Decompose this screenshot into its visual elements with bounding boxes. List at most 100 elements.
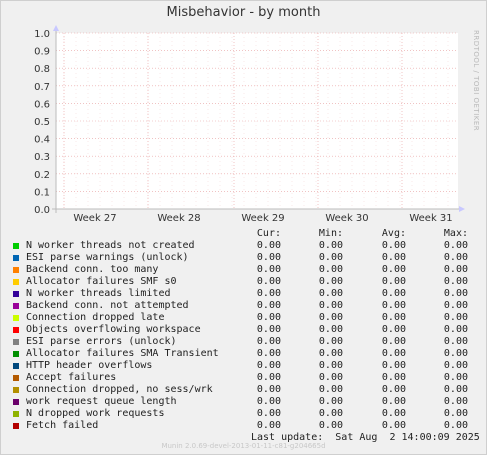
legend-value: 0.00 (318, 372, 343, 383)
legend-value: 0.00 (381, 252, 406, 263)
legend-label: Connection dropped, no sess/wrk (26, 384, 213, 395)
legend-value: 0.00 (318, 384, 343, 395)
legend-label: Allocator failures SMF s0 (26, 276, 177, 287)
legend-value: 0.00 (443, 384, 468, 395)
legend-value: 0.00 (381, 372, 406, 383)
legend-value: 0.00 (256, 300, 281, 311)
legend-swatch (13, 339, 19, 345)
legend-value: 0.00 (443, 408, 468, 419)
legend-value: 0.00 (443, 420, 468, 431)
legend-header-max: Max: (443, 228, 468, 239)
legend-swatch (13, 399, 19, 405)
legend-value: 0.00 (381, 336, 406, 347)
legend-value: 0.00 (318, 408, 343, 419)
legend-value: 0.00 (381, 360, 406, 371)
legend-label: Backend conn. not attempted (26, 300, 189, 311)
legend-swatch (13, 255, 19, 261)
legend-label: Backend conn. too many (26, 264, 159, 275)
legend-value: 0.00 (318, 276, 343, 287)
munin-version: Munin 2.0.69-devel-2013-01-11-c81-g20466… (161, 442, 326, 450)
legend-value: 0.00 (443, 312, 468, 323)
legend-value: 0.00 (443, 360, 468, 371)
legend-swatch (13, 315, 19, 321)
legend-swatch (13, 303, 19, 309)
legend-value: 0.00 (256, 420, 281, 431)
legend-label: N worker threads limited (26, 288, 171, 299)
legend-swatch (13, 351, 19, 357)
legend-value: 0.00 (381, 396, 406, 407)
legend-label: work request queue length (26, 396, 177, 407)
legend-value: 0.00 (318, 240, 343, 251)
legend-value: 0.00 (318, 324, 343, 335)
legend-label: Connection dropped late (26, 312, 165, 323)
legend-swatch (13, 375, 19, 381)
legend-value: 0.00 (443, 324, 468, 335)
legend-label: N dropped work requests (26, 408, 165, 419)
legend-value: 0.00 (381, 420, 406, 431)
legend-label: Accept failures (26, 372, 117, 383)
legend-value: 0.00 (318, 360, 343, 371)
legend-value: 0.00 (256, 312, 281, 323)
legend-value: 0.00 (318, 420, 343, 431)
legend-value: 0.00 (381, 288, 406, 299)
legend-value: 0.00 (256, 252, 281, 263)
legend-value: 0.00 (443, 348, 468, 359)
legend-value: 0.00 (318, 252, 343, 263)
legend-label: N worker threads not created (26, 240, 195, 251)
legend-value: 0.00 (381, 312, 406, 323)
legend-value: 0.00 (256, 384, 281, 395)
legend-value: 0.00 (318, 264, 343, 275)
legend-value: 0.00 (443, 252, 468, 263)
legend-swatch (13, 243, 19, 249)
legend-swatch (13, 387, 19, 393)
legend-value: 0.00 (443, 300, 468, 311)
legend-label: HTTP header overflows (26, 360, 153, 371)
legend-label: ESI parse warnings (unlock) (26, 252, 189, 263)
legend-value: 0.00 (381, 384, 406, 395)
legend-value: 0.00 (318, 348, 343, 359)
legend-value: 0.00 (256, 360, 281, 371)
legend-swatch (13, 279, 19, 285)
legend-value: 0.00 (256, 372, 281, 383)
legend-label: Fetch failed (26, 420, 99, 431)
legend-value: 0.00 (443, 396, 468, 407)
legend-value: 0.00 (381, 276, 406, 287)
legend-label: Allocator failures SMA Transient (26, 348, 219, 359)
legend-value: 0.00 (256, 324, 281, 335)
legend-swatch (13, 411, 19, 417)
legend-value: 0.00 (318, 312, 343, 323)
legend-value: 0.00 (256, 240, 281, 251)
legend-value: 0.00 (256, 276, 281, 287)
legend-value: 0.00 (256, 408, 281, 419)
legend-value: 0.00 (381, 240, 406, 251)
legend-value: 0.00 (443, 288, 468, 299)
legend-value: 0.00 (443, 372, 468, 383)
legend-value: 0.00 (256, 336, 281, 347)
legend-value: 0.00 (381, 408, 406, 419)
legend-swatch (13, 363, 19, 369)
legend-value: 0.00 (318, 336, 343, 347)
legend-value: 0.00 (256, 348, 281, 359)
legend: Cur: Min: Avg: Max: N worker threads not… (0, 0, 487, 455)
legend-label: Objects overflowing workspace (26, 324, 201, 335)
legend-value: 0.00 (256, 264, 281, 275)
legend-swatch (13, 423, 19, 429)
legend-header-avg: Avg: (381, 228, 406, 239)
legend-value: 0.00 (318, 288, 343, 299)
legend-value: 0.00 (443, 336, 468, 347)
legend-value: 0.00 (443, 240, 468, 251)
legend-value: 0.00 (256, 288, 281, 299)
legend-value: 0.00 (381, 348, 406, 359)
legend-value: 0.00 (318, 396, 343, 407)
legend-value: 0.00 (443, 264, 468, 275)
legend-header-cur: Cur: (256, 228, 281, 239)
legend-value: 0.00 (381, 324, 406, 335)
legend-swatch (13, 291, 19, 297)
legend-label: ESI parse errors (unlock) (26, 336, 177, 347)
legend-header-min: Min: (318, 228, 343, 239)
legend-swatch (13, 327, 19, 333)
legend-value: 0.00 (381, 264, 406, 275)
legend-value: 0.00 (381, 300, 406, 311)
legend-swatch (13, 267, 19, 273)
legend-value: 0.00 (256, 396, 281, 407)
